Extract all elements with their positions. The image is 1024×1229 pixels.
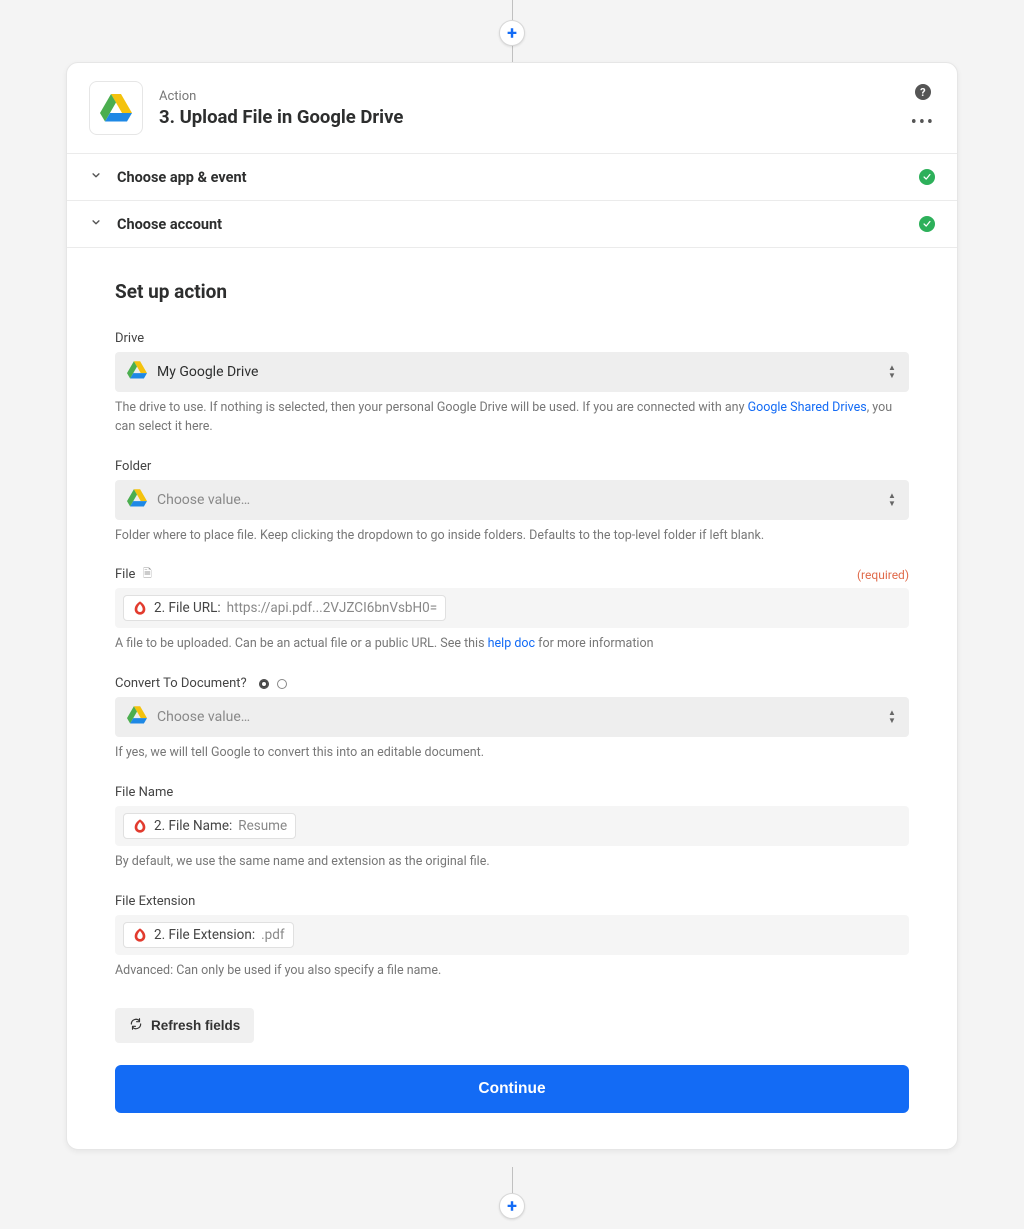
folder-label: Folder [115, 459, 909, 474]
step-type-label: Action [159, 89, 895, 104]
refresh-label: Refresh fields [151, 1018, 240, 1033]
continue-button[interactable]: Continue [115, 1065, 909, 1113]
filename-help: By default, we use the same name and ext… [115, 853, 909, 872]
file-pill-label: 2. File URL: [154, 600, 221, 616]
chevron-down-icon [89, 168, 103, 186]
drive-value: My Google Drive [157, 364, 877, 380]
pdfco-icon [132, 818, 148, 834]
radio-static-icon[interactable] [259, 679, 269, 689]
document-icon: 🗎 [141, 569, 153, 581]
google-drive-icon [127, 706, 147, 728]
google-drive-icon [89, 81, 143, 135]
select-arrows-icon: ▲▼ [887, 709, 897, 725]
filename-pill-label: 2. File Name: [154, 818, 232, 834]
file-input[interactable]: 2. File URL: https://api.pdf...2VJZCI6bn… [115, 588, 909, 628]
fileext-pill[interactable]: 2. File Extension: .pdf [123, 922, 294, 948]
folder-help: Folder where to place file. Keep clickin… [115, 527, 909, 546]
file-pill-value: https://api.pdf...2VJZCI6bnVsbH0= [227, 600, 437, 616]
select-arrows-icon: ▲▼ [887, 492, 897, 508]
convert-placeholder: Choose value… [157, 709, 877, 725]
field-folder: Folder Choose value… ▲▼ Folder where to … [115, 459, 909, 546]
file-label: File [115, 567, 135, 582]
drive-label: Drive [115, 331, 909, 346]
field-file: File 🗎 (required) 2. File URL: https://a… [115, 567, 909, 654]
action-card: Action 3. Upload File in Google Drive ? … [66, 62, 958, 1150]
drive-select[interactable]: My Google Drive ▲▼ [115, 352, 909, 392]
filename-input[interactable]: 2. File Name: Resume [115, 806, 909, 846]
field-fileext: File Extension 2. File Extension: .pdf A… [115, 894, 909, 981]
convert-label: Convert To Document? [115, 676, 247, 691]
fileext-label: File Extension [115, 894, 909, 909]
convert-help: If yes, we will tell Google to convert t… [115, 744, 909, 763]
panel-title: Set up action [115, 280, 909, 303]
field-convert: Convert To Document? Choose value… ▲▼ If… [115, 676, 909, 763]
file-help: A file to be uploaded. Can be an actual … [115, 635, 909, 654]
check-icon [919, 169, 935, 185]
refresh-fields-button[interactable]: Refresh fields [115, 1008, 254, 1043]
setup-action-panel: Set up action Drive My Google Drive ▲▼ T… [67, 247, 957, 1149]
required-label: (required) [857, 568, 909, 582]
choose-app-event-label: Choose app & event [117, 169, 905, 186]
fileext-pill-value: .pdf [261, 927, 284, 943]
drive-help: The drive to use. If nothing is selected… [115, 399, 909, 437]
help-icon[interactable]: ? [915, 84, 931, 100]
convert-select[interactable]: Choose value… ▲▼ [115, 697, 909, 737]
card-header: Action 3. Upload File in Google Drive ? … [67, 63, 957, 153]
choose-account-label: Choose account [117, 216, 905, 233]
step-title: 3. Upload File in Google Drive [159, 106, 895, 128]
filename-pill[interactable]: 2. File Name: Resume [123, 813, 296, 839]
check-icon [919, 216, 935, 232]
pdfco-icon [132, 927, 148, 943]
file-pill[interactable]: 2. File URL: https://api.pdf...2VJZCI6bn… [123, 595, 446, 621]
bottom-connector: + [499, 1167, 525, 1219]
select-arrows-icon: ▲▼ [887, 364, 897, 380]
radio-custom-icon[interactable] [277, 679, 287, 689]
filename-pill-value: Resume [238, 818, 287, 834]
help-doc-link[interactable]: help doc [488, 636, 535, 651]
pdfco-icon [132, 600, 148, 616]
shared-drives-link[interactable]: Google Shared Drives [748, 400, 867, 415]
chevron-down-icon [89, 215, 103, 233]
folder-select[interactable]: Choose value… ▲▼ [115, 480, 909, 520]
folder-placeholder: Choose value… [157, 492, 877, 508]
convert-radio-group[interactable] [259, 679, 287, 689]
choose-account-section[interactable]: Choose account [67, 200, 957, 247]
fileext-help: Advanced: Can only be used if you also s… [115, 962, 909, 981]
google-drive-icon [127, 489, 147, 511]
add-step-bottom-button[interactable]: + [499, 1193, 525, 1219]
filename-label: File Name [115, 785, 909, 800]
fileext-input[interactable]: 2. File Extension: .pdf [115, 915, 909, 955]
add-step-top-button[interactable]: + [499, 20, 525, 46]
google-drive-icon [127, 361, 147, 383]
more-options-button[interactable]: ••• [911, 114, 935, 132]
refresh-icon [129, 1017, 143, 1034]
field-filename: File Name 2. File Name: Resume By defaul… [115, 785, 909, 872]
choose-app-event-section[interactable]: Choose app & event [67, 153, 957, 200]
field-drive: Drive My Google Drive ▲▼ The drive to us… [115, 331, 909, 437]
fileext-pill-label: 2. File Extension: [154, 927, 255, 943]
